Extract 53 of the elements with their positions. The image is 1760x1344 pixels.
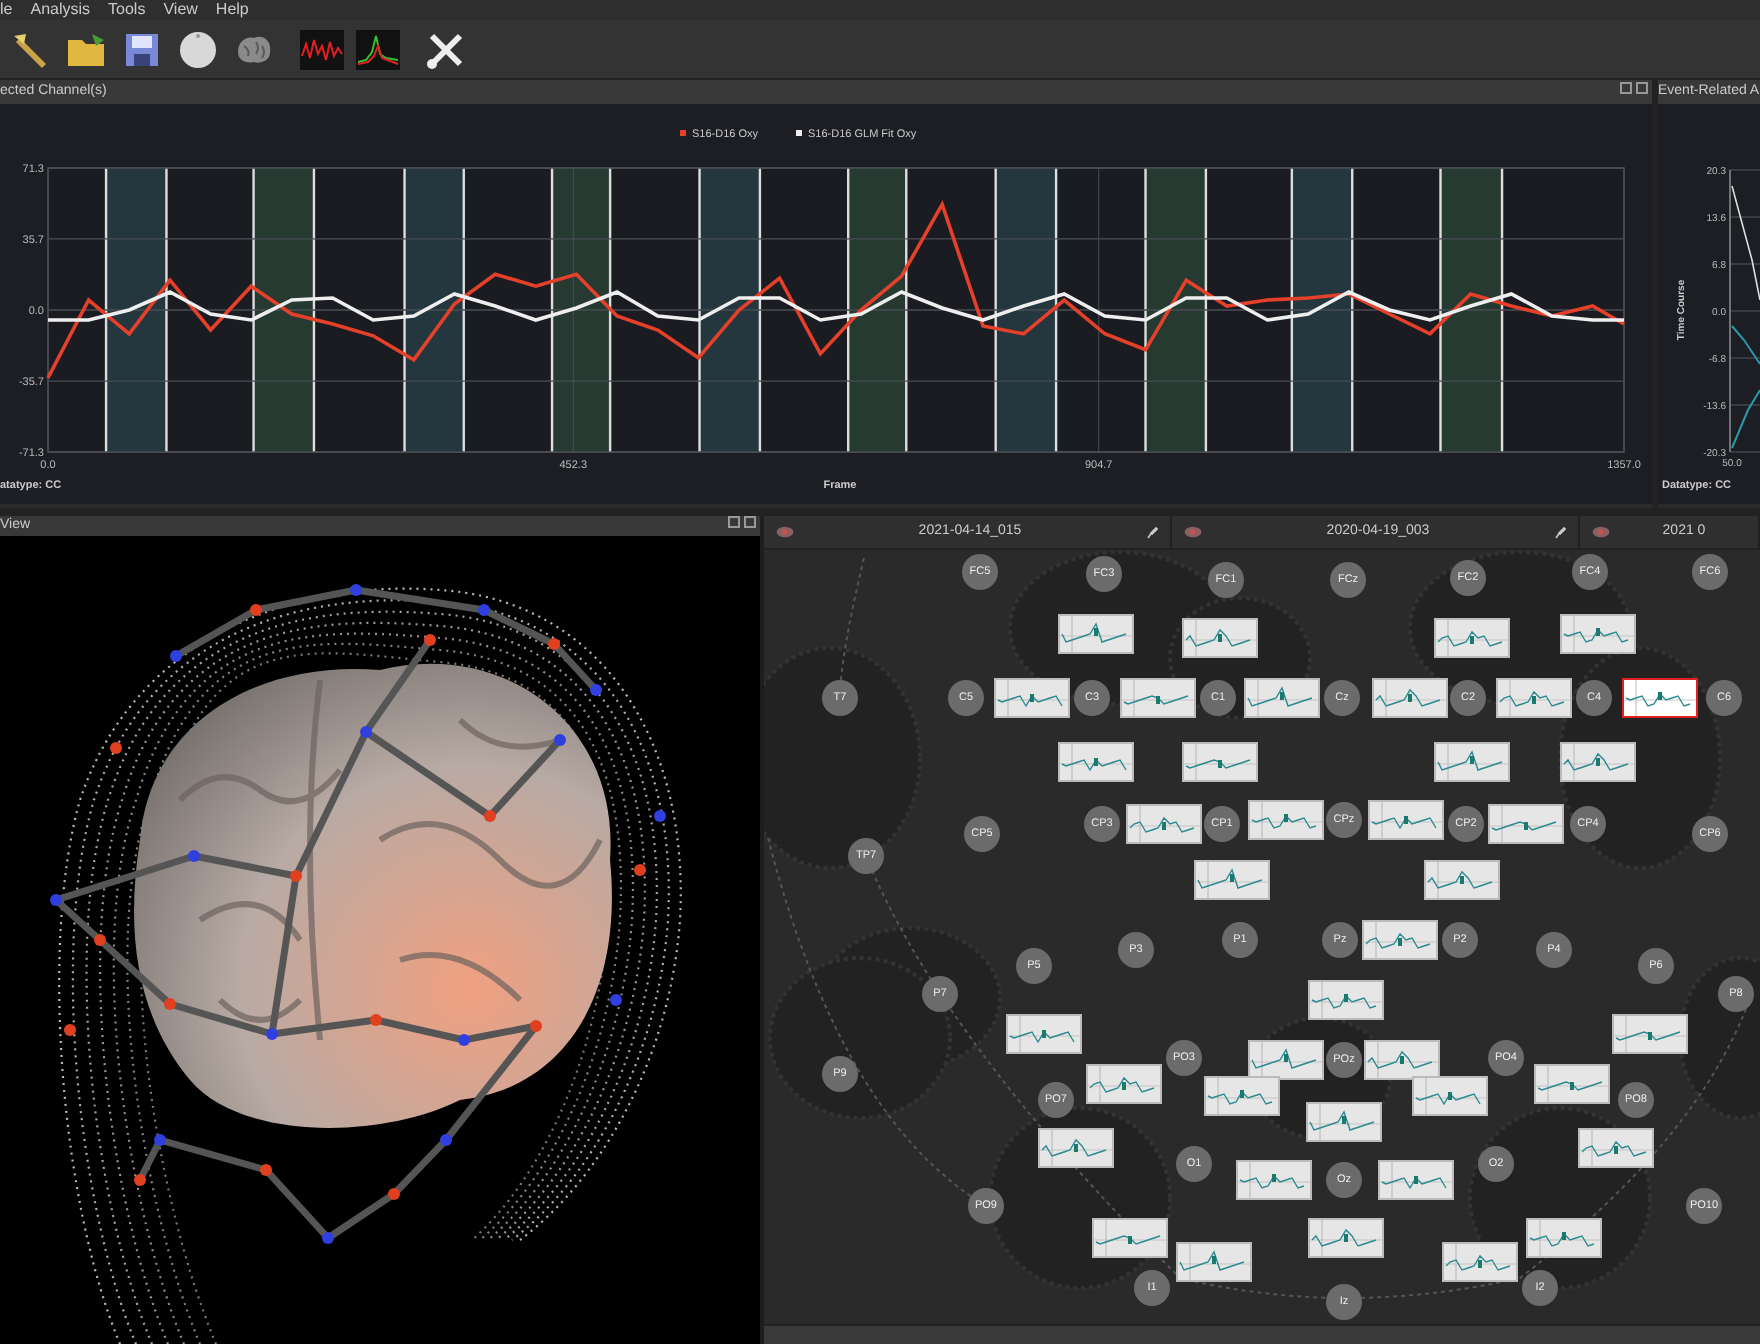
channel-plot[interactable]	[1378, 1160, 1454, 1200]
channel-plot[interactable]	[1308, 980, 1384, 1020]
channel-plot[interactable]	[1038, 1128, 1114, 1168]
channel-plot[interactable]	[1622, 678, 1698, 718]
channel-plot[interactable]	[1120, 678, 1196, 718]
channel-plot[interactable]	[994, 678, 1070, 718]
channel-plot[interactable]	[1578, 1128, 1654, 1168]
channel-plot[interactable]	[1560, 742, 1636, 782]
channel-plot[interactable]	[1308, 1218, 1384, 1258]
channel-plot[interactable]	[1412, 1076, 1488, 1116]
channel-plot[interactable]	[1368, 800, 1444, 840]
channel-plot[interactable]	[1612, 1014, 1688, 1054]
channel-plot[interactable]	[1182, 618, 1258, 658]
pin-icon[interactable]	[1554, 525, 1566, 539]
channel-plot[interactable]	[1306, 1102, 1382, 1142]
close-button[interactable]	[1636, 82, 1648, 94]
float-button[interactable]	[1620, 82, 1632, 94]
menu-item[interactable]: Tools	[108, 0, 146, 20]
channel-plot[interactable]	[1092, 1218, 1168, 1258]
channel-plot[interactable]	[1244, 678, 1320, 718]
channel-plot[interactable]	[1434, 742, 1510, 782]
channel-plot[interactable]	[1086, 1064, 1162, 1104]
float-button[interactable]	[728, 516, 740, 528]
menu-item[interactable]: le	[0, 0, 13, 20]
menu-item[interactable]: Analysis	[30, 0, 91, 20]
channel-plot[interactable]	[1236, 1160, 1312, 1200]
sphere-icon[interactable]	[176, 27, 220, 71]
channel-plot[interactable]	[1434, 618, 1510, 658]
close-button[interactable]	[744, 516, 756, 528]
channel-plot[interactable]	[1526, 1218, 1602, 1258]
channel-plot[interactable]	[1058, 614, 1134, 654]
eye-icon[interactable]	[1592, 526, 1610, 538]
channel-plot[interactable]	[1534, 1064, 1610, 1104]
channel-plot[interactable]	[1058, 742, 1134, 782]
menu-item[interactable]: View	[163, 0, 198, 20]
channel-plot[interactable]	[1488, 804, 1564, 844]
scrollbar[interactable]	[764, 1324, 1760, 1344]
channel-plot[interactable]	[1362, 920, 1438, 960]
channel-plot[interactable]	[1006, 1014, 1082, 1054]
channel-plot[interactable]	[1176, 1242, 1252, 1282]
channel-plot[interactable]	[1204, 1076, 1280, 1116]
channel-plot[interactable]	[1560, 614, 1636, 654]
menu-item[interactable]: Help	[215, 0, 249, 20]
peak-plot-icon[interactable]	[356, 27, 400, 71]
signal-plot-icon[interactable]	[300, 27, 344, 71]
pin-icon[interactable]	[1146, 525, 1158, 539]
channel-plot[interactable]	[1442, 1242, 1518, 1282]
channel-plot[interactable]	[1182, 742, 1258, 782]
eye-icon[interactable]	[776, 526, 794, 538]
channel-plot[interactable]	[1496, 678, 1572, 718]
eye-icon[interactable]	[1184, 526, 1202, 538]
channel-plot[interactable]	[1194, 860, 1270, 900]
channel-plot[interactable]	[1424, 860, 1500, 900]
